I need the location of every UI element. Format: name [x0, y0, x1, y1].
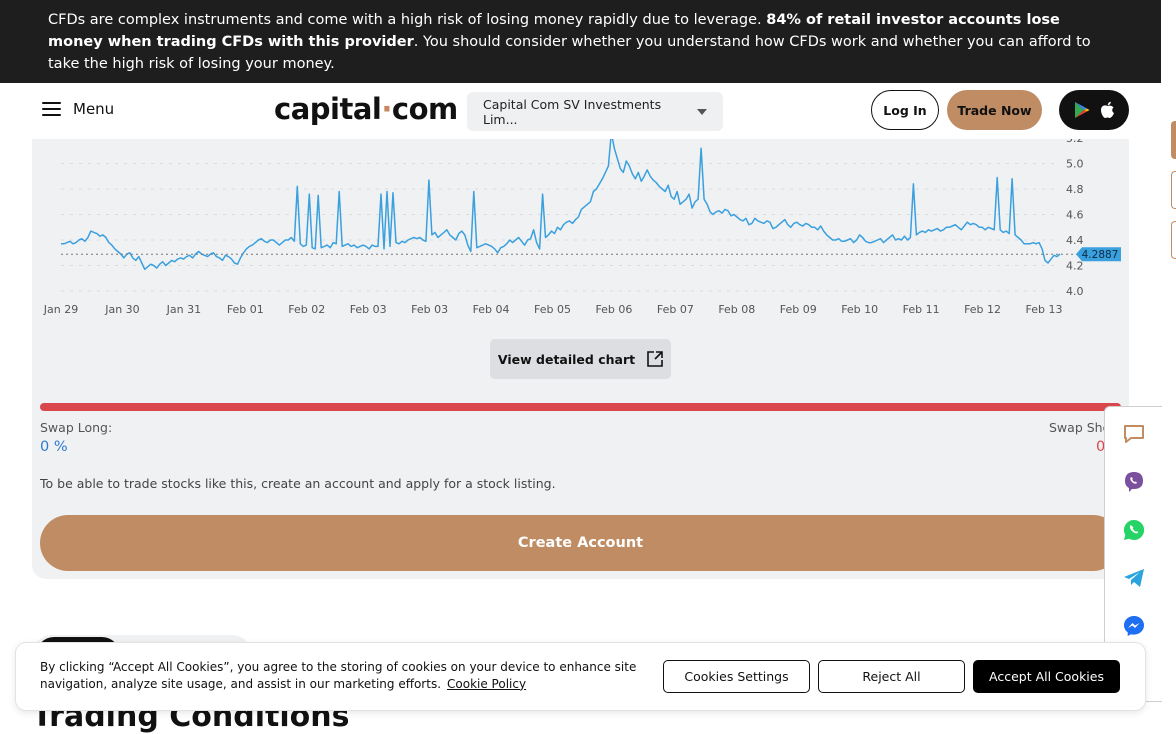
y-tick-label: 4.8 [1066, 183, 1084, 196]
risk-warning-text: CFDs are complex instruments and come wi… [48, 12, 767, 28]
x-tick-label: Feb 02 [288, 303, 325, 316]
messenger-icon[interactable] [1122, 614, 1146, 638]
x-tick-label: Feb 01 [227, 303, 264, 316]
x-tick-label: Feb 13 [1026, 303, 1063, 316]
accept-all-cookies-button[interactable]: Accept All Cookies [973, 660, 1120, 693]
y-tick-label: 4.6 [1066, 209, 1084, 222]
apple-icon [1100, 101, 1114, 118]
price-chart[interactable]: 4.0 4.2 4.4 4.6 4.8 5.0 5.2 Jan 29 Jan 30 Jan 31 F… [32, 139, 1129, 329]
instrument-card: 4.0 4.2 4.4 4.6 4.8 5.0 5.2 Jan 29 Jan 30 Jan 31 F… [32, 139, 1129, 579]
login-button[interactable]: Log In [871, 90, 939, 130]
x-tick-label: Feb 04 [473, 303, 510, 316]
entity-select[interactable]: Capital Com SV Investments Lim... [467, 92, 723, 131]
x-tick-label: Jan 29 [43, 303, 78, 316]
x-tick-label: Feb 08 [718, 303, 755, 316]
swap-long-value: 0 % [40, 439, 68, 455]
menu-button[interactable]: Menu [42, 100, 114, 118]
caret-down-icon [697, 108, 707, 115]
view-detailed-chart-label: View detailed chart [497, 351, 636, 367]
x-tick-label: Jan 31 [166, 303, 201, 316]
sentiment-bar [40, 403, 1121, 411]
x-tick-label: Feb 05 [534, 303, 571, 316]
telegram-icon[interactable] [1122, 566, 1146, 590]
cookie-consent-banner: By clicking “Accept All Cookies”, you ag… [16, 643, 1145, 710]
chat-icon[interactable] [1122, 422, 1146, 446]
cookies-settings-button[interactable]: Cookies Settings [663, 660, 810, 693]
edge-tab[interactable] [1171, 221, 1176, 259]
y-tick-label: 5.2 [1066, 139, 1084, 145]
reject-all-button[interactable]: Reject All [818, 660, 965, 693]
hamburger-icon [42, 102, 61, 116]
edge-tab[interactable] [1171, 171, 1176, 209]
x-tick-label: Feb 03 [350, 303, 387, 316]
viber-icon[interactable] [1122, 470, 1146, 494]
risk-warning-banner: CFDs are complex instruments and come wi… [0, 0, 1161, 83]
whatsapp-icon[interactable] [1122, 518, 1146, 542]
listing-note: To be able to trade stocks like this, cr… [40, 476, 556, 491]
y-tick-label: 4.2 [1066, 260, 1084, 273]
view-detailed-chart-button[interactable]: View detailed chart [490, 339, 671, 379]
edge-tab[interactable] [1171, 121, 1176, 159]
x-tick-label: Feb 07 [657, 303, 694, 316]
app-download-button[interactable] [1059, 90, 1129, 130]
y-tick-label: 5.0 [1066, 158, 1084, 171]
create-account-button[interactable]: Create Account [40, 515, 1121, 571]
x-tick-label: Feb 11 [903, 303, 940, 316]
trade-now-button[interactable]: Trade Now [947, 90, 1042, 130]
cookie-text: By clicking “Accept All Cookies”, you ag… [40, 659, 640, 692]
entity-select-value: Capital Com SV Investments Lim... [483, 96, 662, 127]
site-header: Menu capital·com Capital Com SV Investme… [0, 83, 1161, 139]
x-tick-label: Feb 10 [841, 303, 878, 316]
x-tick-label: Feb 06 [595, 303, 632, 316]
x-tick-label: Feb 12 [964, 303, 1001, 316]
cookie-policy-link[interactable]: Cookie Policy [447, 677, 526, 691]
y-tick-label: 4.0 [1066, 285, 1084, 298]
current-price-label: 4.2887 [1082, 249, 1119, 261]
menu-label: Menu [73, 100, 115, 118]
x-tick-label: Feb 03 [411, 303, 448, 316]
x-tick-label: Feb 09 [780, 303, 817, 316]
swap-long-label: Swap Long: [40, 420, 113, 435]
cookie-message: By clicking “Accept All Cookies”, you ag… [40, 660, 637, 691]
logo[interactable]: capital·com [274, 92, 458, 126]
google-play-icon [1074, 102, 1089, 118]
expand-icon [647, 351, 663, 367]
x-tick-label: Jan 30 [104, 303, 139, 316]
y-tick-label: 4.4 [1066, 234, 1084, 247]
price-series-line [61, 139, 1061, 271]
